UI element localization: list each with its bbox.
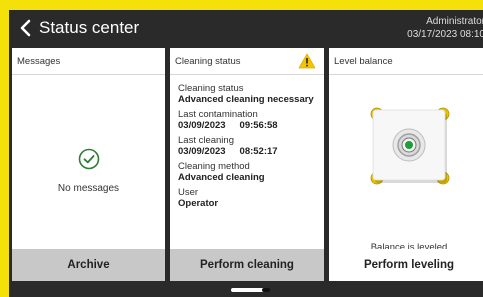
- cleaning-panel: Cleaning status Cleaning status Advanced…: [170, 48, 324, 281]
- check-circle-icon: [78, 148, 100, 170]
- cleaning-panel-title: Cleaning status: [175, 56, 241, 67]
- cleaning-status-label: Cleaning status: [178, 83, 244, 94]
- warning-icon: [298, 53, 316, 69]
- header-bar: Status center Administrator 03/17/2023 0…: [9, 10, 483, 46]
- page-title: Status center: [39, 18, 140, 37]
- user-item: User Operator: [178, 187, 314, 209]
- last-contamination-value: 03/09/2023 09:56:58: [178, 120, 314, 131]
- messages-status: No messages: [57, 183, 120, 194]
- cleaning-panel-header: Cleaning status: [170, 48, 324, 75]
- cleaning-details: Cleaning status Advanced cleaning necess…: [178, 83, 314, 213]
- messages-panel-title: Messages: [17, 56, 61, 67]
- last-cleaning-item: Last cleaning 03/09/2023 08:52:17: [178, 135, 314, 157]
- level-indicator-icon: [370, 107, 450, 185]
- cleaning-status-text: Advanced cleaning necessary: [178, 94, 314, 105]
- last-contamination-date: 03/09/2023: [178, 120, 226, 131]
- level-balance-panel: Level balance Balance is leveled Perform…: [329, 48, 483, 281]
- cleaning-status-value: Advanced cleaning necessary: [178, 94, 314, 105]
- cleaning-method-text: Advanced cleaning: [178, 172, 265, 183]
- last-contamination-item: Last contamination 03/09/2023 09:56:58: [178, 109, 314, 131]
- last-cleaning-value: 03/09/2023 08:52:17: [178, 146, 314, 157]
- date-time: 03/17/2023 08:10: [407, 29, 483, 40]
- last-cleaning-label: Last cleaning: [178, 135, 234, 146]
- level-panel-header: Level balance: [329, 48, 483, 75]
- cleaning-method-item: Cleaning method Advanced cleaning: [178, 161, 314, 183]
- last-cleaning-time: 08:52:17: [239, 146, 278, 157]
- user-name: Administrator: [426, 16, 483, 27]
- user-text: Operator: [178, 198, 219, 209]
- archive-button[interactable]: Archive: [12, 249, 165, 281]
- cleaning-method-value: Advanced cleaning: [178, 172, 314, 183]
- last-cleaning-date: 03/09/2023: [178, 146, 226, 157]
- back-arrow-icon[interactable]: [17, 19, 35, 37]
- cleaning-method-label: Cleaning method: [178, 161, 250, 172]
- level-panel-title: Level balance: [334, 56, 393, 67]
- cleaning-status-item: Cleaning status Advanced cleaning necess…: [178, 83, 314, 105]
- user-label: User: [178, 187, 199, 198]
- messages-panel: Messages No messages Archive: [12, 48, 165, 281]
- perform-cleaning-button[interactable]: Perform cleaning: [170, 249, 324, 281]
- last-contamination-time: 09:56:58: [239, 120, 278, 131]
- status-center-screen: Status center Administrator 03/17/2023 0…: [9, 10, 483, 297]
- messages-panel-header: Messages: [12, 48, 165, 75]
- home-indicator-dot: [262, 288, 270, 292]
- user-value: Operator: [178, 198, 314, 209]
- last-contamination-label: Last contamination: [178, 109, 258, 120]
- perform-leveling-button[interactable]: Perform leveling: [329, 249, 483, 281]
